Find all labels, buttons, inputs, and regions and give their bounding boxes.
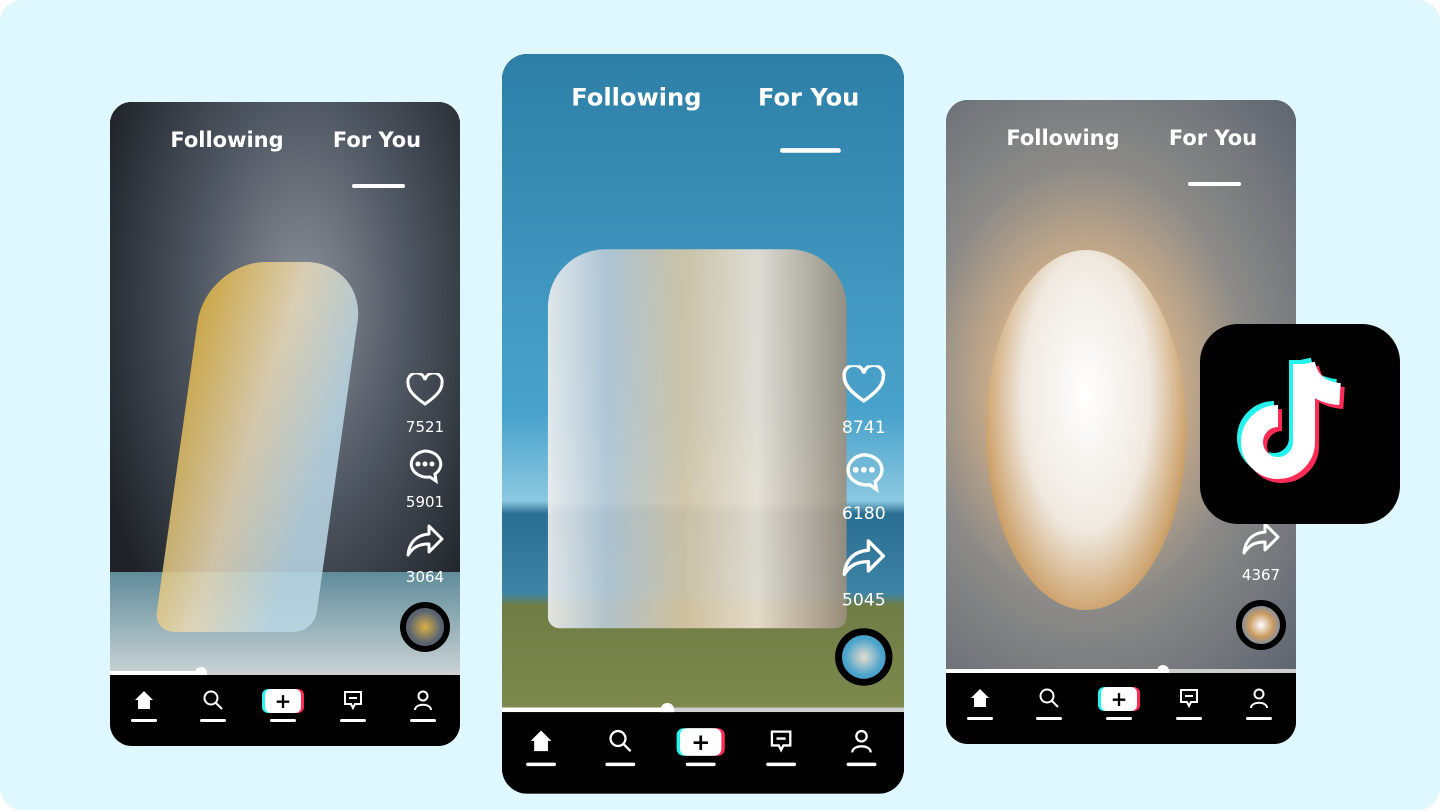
comment-icon bbox=[829, 451, 898, 493]
share-button[interactable] bbox=[395, 523, 455, 559]
heart-icon bbox=[395, 373, 455, 407]
share-count: 3064 bbox=[405, 568, 445, 586]
nav-create[interactable]: + bbox=[263, 689, 303, 729]
nav-search[interactable] bbox=[193, 689, 233, 729]
home-icon bbox=[124, 689, 164, 711]
bottom-nav: + bbox=[946, 673, 1296, 744]
feed-tabs: Following For You bbox=[502, 84, 904, 153]
search-icon bbox=[597, 728, 643, 753]
home-icon bbox=[960, 687, 1000, 709]
share-count: 4367 bbox=[1241, 566, 1281, 584]
comment-count: 5901 bbox=[405, 493, 445, 511]
nav-inbox[interactable] bbox=[1169, 687, 1209, 727]
comment-count: 6180 bbox=[841, 503, 886, 524]
heart-count: 8741 bbox=[841, 416, 886, 438]
active-tab-indicator bbox=[779, 148, 841, 153]
nav-profile[interactable] bbox=[403, 689, 443, 729]
heart-icon bbox=[829, 365, 898, 404]
tab-following[interactable]: Following bbox=[170, 128, 283, 152]
heart-count: 7521 bbox=[405, 418, 445, 436]
nav-home[interactable] bbox=[518, 728, 564, 774]
phone-2: Following For You 8741 6180 5045 + bbox=[502, 54, 904, 794]
tab-following[interactable]: Following bbox=[1006, 126, 1119, 150]
inbox-icon bbox=[333, 689, 373, 711]
nav-search[interactable] bbox=[1029, 687, 1069, 727]
tab-for-you[interactable]: For You bbox=[758, 84, 859, 112]
tab-for-you[interactable]: For You bbox=[333, 128, 421, 152]
nav-home[interactable] bbox=[960, 687, 1000, 727]
heart-button[interactable] bbox=[395, 373, 455, 407]
nav-profile[interactable] bbox=[839, 728, 885, 774]
create-icon: + bbox=[1101, 687, 1137, 711]
share-icon bbox=[1231, 521, 1291, 557]
share-count: 5045 bbox=[841, 589, 886, 610]
nav-search[interactable] bbox=[597, 728, 643, 774]
create-icon: + bbox=[265, 689, 301, 713]
tab-for-you[interactable]: For You bbox=[1169, 126, 1257, 150]
comment-button[interactable] bbox=[829, 451, 898, 493]
tiktok-logo bbox=[1200, 324, 1400, 524]
home-icon bbox=[518, 728, 564, 753]
active-tab-indicator bbox=[1188, 182, 1241, 186]
create-icon: + bbox=[680, 728, 722, 756]
share-button[interactable] bbox=[829, 538, 898, 579]
tab-following[interactable]: Following bbox=[571, 84, 701, 112]
nav-create[interactable]: + bbox=[678, 728, 724, 774]
nav-home[interactable] bbox=[124, 689, 164, 729]
search-icon bbox=[193, 689, 233, 711]
nav-inbox[interactable] bbox=[333, 689, 373, 729]
phone-1: Following For You 7521 5901 3064 + bbox=[110, 102, 460, 746]
share-button[interactable] bbox=[1231, 521, 1291, 557]
feed-tabs: Following For You bbox=[946, 126, 1296, 186]
tiktok-note-icon bbox=[1237, 357, 1346, 483]
creator-avatar[interactable] bbox=[400, 602, 450, 652]
inbox-icon bbox=[758, 728, 804, 753]
nav-inbox[interactable] bbox=[758, 728, 804, 774]
nav-create[interactable]: + bbox=[1099, 687, 1139, 727]
bottom-nav: + bbox=[502, 712, 904, 794]
inbox-icon bbox=[1169, 687, 1209, 709]
comment-button[interactable] bbox=[395, 448, 455, 484]
search-icon bbox=[1029, 687, 1069, 709]
heart-button[interactable] bbox=[829, 365, 898, 404]
share-icon bbox=[829, 538, 898, 579]
profile-icon bbox=[839, 728, 885, 753]
nav-profile[interactable] bbox=[1239, 687, 1279, 727]
bottom-nav: + bbox=[110, 675, 460, 746]
feed-tabs: Following For You bbox=[110, 128, 460, 188]
creator-avatar[interactable] bbox=[835, 628, 893, 686]
active-tab-indicator bbox=[352, 184, 405, 188]
profile-icon bbox=[1239, 687, 1279, 709]
share-icon bbox=[395, 523, 455, 559]
creator-avatar[interactable] bbox=[1236, 600, 1286, 650]
comment-icon bbox=[395, 448, 455, 484]
profile-icon bbox=[403, 689, 443, 711]
